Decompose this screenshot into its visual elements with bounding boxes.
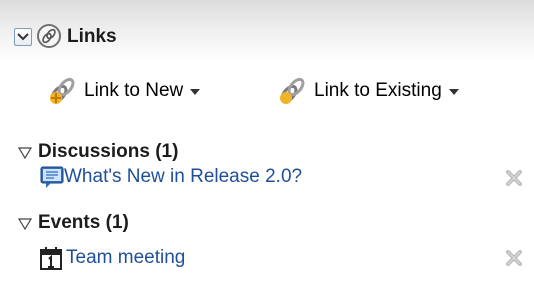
dropdown-caret-icon[interactable] [190, 89, 201, 95]
links-section-icon [37, 24, 61, 48]
chain-link-icon [280, 77, 305, 104]
triangle-down-icon [18, 146, 32, 159]
link-to-existing-label: Link to Existing [314, 80, 442, 101]
link-to-new-label: Link to New [84, 80, 184, 101]
remove-link-button[interactable] [505, 169, 523, 187]
list-item: What's New in Release 2.0? [40, 163, 302, 191]
panel-header: Links [0, 0, 534, 62]
discussions-group-label: Discussions (1) [38, 141, 179, 162]
discussion-icon [40, 166, 64, 188]
link-to-new-button[interactable]: Link to New [48, 76, 201, 106]
close-icon [506, 170, 522, 186]
chain-link-icon [50, 77, 75, 104]
collapse-toggle[interactable] [14, 28, 32, 46]
remove-link-button[interactable] [505, 249, 523, 267]
dropdown-caret-icon[interactable] [448, 89, 459, 95]
discussions-group-header[interactable]: Discussions (1) [18, 141, 178, 163]
triangle-down-icon [18, 217, 32, 230]
event-link[interactable]: Team meeting [66, 247, 185, 269]
events-group-label: Events (1) [38, 212, 129, 233]
links-panel: Links Link to New Link to Existing Discu… [0, 0, 534, 281]
events-group-header[interactable]: Events (1) [18, 212, 129, 234]
close-icon [506, 250, 522, 266]
discussion-link[interactable]: What's New in Release 2.0? [64, 166, 302, 188]
list-item: Team meeting [40, 244, 185, 272]
calendar-icon [40, 247, 62, 270]
panel-title: Links [67, 26, 117, 47]
chain-link-icon [42, 28, 56, 44]
link-to-existing-button[interactable]: Link to Existing [278, 76, 459, 106]
chevron-down-icon [17, 33, 29, 41]
